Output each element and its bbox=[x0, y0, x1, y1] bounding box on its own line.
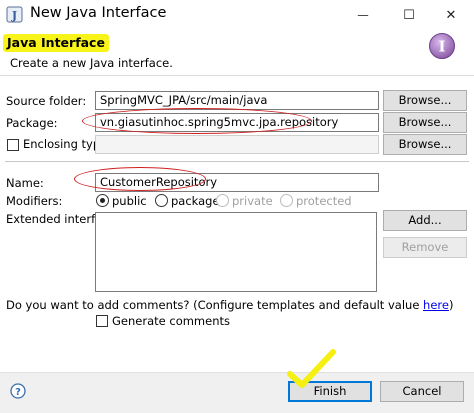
generate-comments-checkbox[interactable] bbox=[96, 315, 108, 327]
maximize-button[interactable]: ☐ bbox=[386, 0, 432, 30]
svg-text:I: I bbox=[438, 38, 445, 56]
close-button[interactable]: ✕ bbox=[428, 0, 474, 30]
close-icon: ✕ bbox=[445, 7, 457, 23]
comments-question: Do you want to add comments? (Configure … bbox=[6, 298, 454, 312]
modifier-protected-label: protected bbox=[296, 194, 352, 208]
wizard-title: Java Interface bbox=[3, 34, 109, 52]
modifier-public-radio[interactable] bbox=[96, 194, 109, 207]
wizard-description: Create a new Java interface. bbox=[10, 56, 173, 70]
svg-text:?: ? bbox=[15, 387, 21, 398]
modifiers-label: Modifiers: bbox=[6, 194, 63, 208]
configure-templates-link[interactable]: here bbox=[423, 298, 449, 312]
modifier-protected-radio bbox=[280, 194, 293, 207]
generate-comments-label: Generate comments bbox=[112, 314, 230, 328]
package-label: Package: bbox=[6, 116, 58, 130]
wizard-header: Java Interface Create a new Java interfa… bbox=[0, 30, 474, 76]
window-title: New Java Interface bbox=[30, 5, 167, 21]
enclosing-type-checkbox[interactable] bbox=[7, 139, 19, 151]
modifier-public-label: public bbox=[112, 194, 147, 208]
extended-interfaces-list[interactable] bbox=[95, 212, 377, 292]
separator bbox=[5, 161, 469, 162]
eclipse-window-icon: J bbox=[6, 6, 23, 23]
maximize-icon: ☐ bbox=[403, 7, 415, 23]
modifier-package-label: package bbox=[171, 194, 220, 208]
title-bar: J New Java Interface — ☐ ✕ bbox=[0, 0, 474, 30]
enclosing-type-input bbox=[95, 135, 379, 154]
modifier-private-radio bbox=[216, 194, 229, 207]
source-folder-browse-button[interactable]: Browse... bbox=[383, 90, 467, 111]
add-interface-button[interactable]: Add... bbox=[383, 210, 467, 231]
minimize-button[interactable]: — bbox=[340, 0, 386, 30]
package-input[interactable]: vn.giasutinhoc.spring5mvc.jpa.repository bbox=[95, 113, 379, 132]
help-icon[interactable]: ? bbox=[10, 383, 26, 399]
package-browse-button[interactable]: Browse... bbox=[383, 112, 467, 133]
modifier-package-radio[interactable] bbox=[155, 194, 168, 207]
source-folder-input[interactable]: SpringMVC_JPA/src/main/java bbox=[95, 91, 379, 110]
finish-button[interactable]: Finish bbox=[288, 381, 372, 402]
interface-i-icon: I bbox=[429, 33, 455, 59]
enclosing-type-browse-button[interactable]: Browse... bbox=[383, 134, 467, 155]
name-input[interactable]: CustomerRepository bbox=[95, 173, 379, 192]
source-folder-label: Source folder: bbox=[6, 94, 87, 108]
minimize-icon: — bbox=[357, 8, 369, 22]
modifier-private-label: private bbox=[232, 194, 273, 208]
remove-interface-button: Remove bbox=[383, 237, 467, 258]
name-label: Name: bbox=[6, 176, 44, 190]
svg-text:J: J bbox=[11, 9, 17, 22]
cancel-button[interactable]: Cancel bbox=[380, 381, 464, 402]
